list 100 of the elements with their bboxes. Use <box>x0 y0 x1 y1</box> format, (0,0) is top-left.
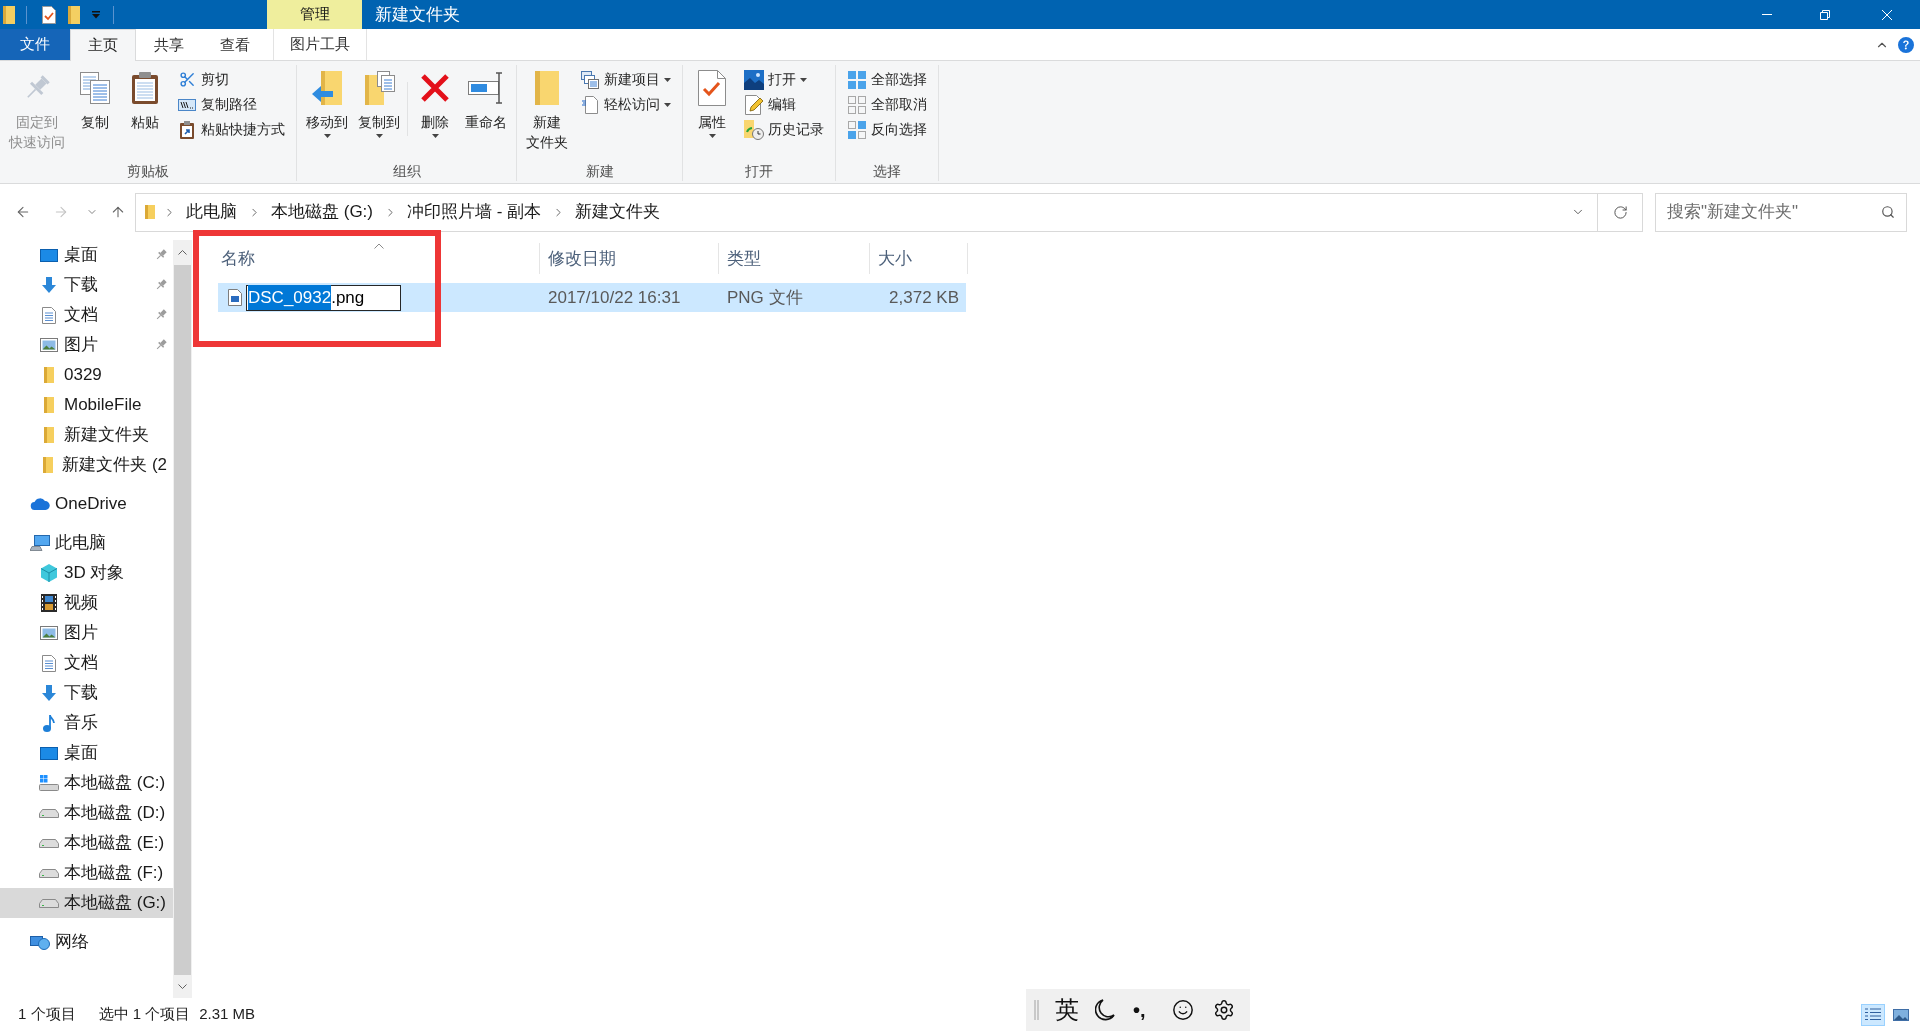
ribbon-button[interactable]: 新建 文件夹 <box>523 65 571 161</box>
image-file-icon <box>228 289 242 306</box>
picture-icon <box>40 338 58 352</box>
punctuation-toggle[interactable]: •, <box>1133 998 1146 1022</box>
sidebar-item[interactable]: 本地磁盘 (E:) <box>0 828 173 858</box>
sidebar-item[interactable]: 桌面 <box>0 240 173 270</box>
caret-icon <box>323 134 331 138</box>
ribbon-tab[interactable]: 共享 <box>136 29 202 60</box>
column-header[interactable]: 名称 <box>218 243 540 274</box>
ribbon-button[interactable]: 打开 <box>739 67 829 92</box>
pin-icon[interactable] <box>155 309 167 321</box>
ribbon-button[interactable]: 反向选择 <box>842 117 932 142</box>
folder-icon[interactable] <box>3 5 15 24</box>
minimize-icon <box>1762 14 1772 15</box>
file-row[interactable]: DSC_0932.png 2017/10/22 16:31 PNG 文件 2,372 KB <box>218 283 966 312</box>
ribbon-group-label: 剪贴板 <box>127 162 169 181</box>
breadcrumb[interactable]: 本地磁盘 (G:) <box>268 197 376 227</box>
folder-icon[interactable] <box>68 5 80 24</box>
download-arrow-icon <box>42 685 56 701</box>
ribbon-button[interactable]: 粘贴 <box>122 65 168 161</box>
ribbon-tab[interactable]: 文件 <box>0 29 70 60</box>
sidebar-item[interactable]: 本地磁盘 (C:) <box>0 768 173 798</box>
ribbon-button[interactable]: 删除 <box>412 65 458 161</box>
ribbon-button[interactable]: 全部选择 <box>842 67 932 92</box>
settings-icon[interactable] <box>1212 999 1235 1021</box>
ribbon-button[interactable]: 复制路径 <box>172 92 290 117</box>
network-icon <box>30 934 50 950</box>
sidebar-item[interactable]: 桌面 <box>0 738 173 768</box>
address-bar[interactable]: 此电脑 本地磁盘 (G:) 冲印照片墙 - 副本 新建文件夹 <box>135 192 1598 232</box>
pin-icon[interactable] <box>155 279 167 291</box>
sidebar-item[interactable]: OneDrive <box>0 489 173 519</box>
document-icon <box>42 654 56 672</box>
image-icon <box>744 69 764 90</box>
sidebar-item[interactable]: 视频 <box>0 588 173 618</box>
ribbon-button[interactable]: 重命名 <box>462 65 510 161</box>
ribbon-group-label: 选择 <box>873 162 901 181</box>
sidebar-item[interactable]: 本地磁盘 (D:) <box>0 798 173 828</box>
ribbon-button[interactable]: 新建项目 <box>575 67 676 92</box>
ribbon-button[interactable]: 剪切 <box>172 67 290 92</box>
column-header[interactable]: 大小 <box>870 243 968 274</box>
sidebar-item[interactable]: 新建文件夹 <box>0 420 173 450</box>
view-button[interactable] <box>1861 1003 1885 1026</box>
caret-icon <box>375 134 383 138</box>
ribbon-button[interactable]: 编辑 <box>739 92 829 117</box>
ribbon-button[interactable]: 历史记录 <box>739 117 829 142</box>
table-cell-text: 2,372 KB <box>888 286 960 309</box>
sidebar-item[interactable]: 音乐 <box>0 708 173 738</box>
column-header[interactable]: 类型 <box>719 243 870 274</box>
sidebar-item[interactable]: 下载 <box>0 270 173 300</box>
sidebar-item[interactable]: 本地磁盘 (G:) <box>0 888 173 918</box>
ribbon-tab[interactable]: 查看 <box>202 29 268 60</box>
sidebar-item[interactable]: 0329 <box>0 360 173 390</box>
chevron-down-icon[interactable] <box>178 984 187 989</box>
sidebar-item[interactable]: 文档 <box>0 648 173 678</box>
sidebar-item[interactable]: 3D 对象 <box>0 558 173 588</box>
sidebar-item[interactable]: 网络 <box>0 927 173 957</box>
empty-grid-icon <box>848 95 866 114</box>
folder-arrow-icon <box>312 71 342 105</box>
sidebar-item[interactable]: MobileFile <box>0 390 173 420</box>
ribbon-button[interactable]: 复制到 <box>355 65 403 161</box>
crescent-moon-icon[interactable] <box>1095 999 1115 1021</box>
ribbon-tab[interactable]: 主页 <box>70 29 136 61</box>
rename-field[interactable]: DSC_0932.png <box>246 284 401 311</box>
breadcrumb[interactable]: 新建文件夹 <box>572 197 664 227</box>
column-header[interactable]: 修改日期 <box>540 243 719 274</box>
smiley-icon[interactable] <box>1171 999 1194 1021</box>
scrollbar-thumb[interactable] <box>174 265 191 975</box>
film-icon <box>41 594 57 612</box>
folder-icon <box>535 71 559 105</box>
customize-caret-icon[interactable] <box>92 10 100 19</box>
drive-icon <box>39 868 59 878</box>
ribbon-button[interactable]: 移动到 <box>303 65 351 161</box>
chevron-up-icon[interactable] <box>178 250 187 255</box>
ribbon-group-label: 打开 <box>745 162 773 181</box>
document-icon <box>582 95 598 114</box>
ribbon-button[interactable]: 轻松访问 <box>575 92 676 117</box>
ribbon-button[interactable]: 复制 <box>72 65 118 161</box>
ribbon-button[interactable]: 全部取消 <box>842 92 932 117</box>
drive-icon <box>39 898 59 908</box>
sidebar-item[interactable]: 文档 <box>0 300 173 330</box>
sidebar-item[interactable]: 新建文件夹 (2 <box>0 450 173 480</box>
refresh-button[interactable] <box>1598 192 1643 232</box>
checkmark-document-icon[interactable] <box>42 5 56 24</box>
sidebar-item[interactable]: 下载 <box>0 678 173 708</box>
sidebar-item[interactable]: 本地磁盘 (F:) <box>0 858 173 888</box>
breadcrumb[interactable]: 冲印照片墙 - 副本 <box>404 197 545 227</box>
window-title: 新建文件夹 <box>375 3 460 26</box>
grid-icon <box>848 70 866 89</box>
download-arrow-icon <box>42 277 56 293</box>
pin-icon[interactable] <box>155 249 167 261</box>
restore-icon <box>1820 9 1830 20</box>
pin-icon[interactable] <box>155 339 167 351</box>
breadcrumb[interactable]: 此电脑 <box>183 197 240 227</box>
input-mode-toggle[interactable]: 英 <box>1055 996 1079 1024</box>
ribbon-button[interactable]: 粘贴快捷方式 <box>172 117 290 142</box>
sidebar-item[interactable]: 此电脑 <box>0 528 173 558</box>
sidebar-item[interactable]: 图片 <box>0 618 173 648</box>
ribbon-button[interactable]: 属性 <box>689 65 735 161</box>
sidebar-item[interactable]: 图片 <box>0 330 173 360</box>
search-field[interactable]: 搜索"新建文件夹" <box>1655 192 1907 232</box>
